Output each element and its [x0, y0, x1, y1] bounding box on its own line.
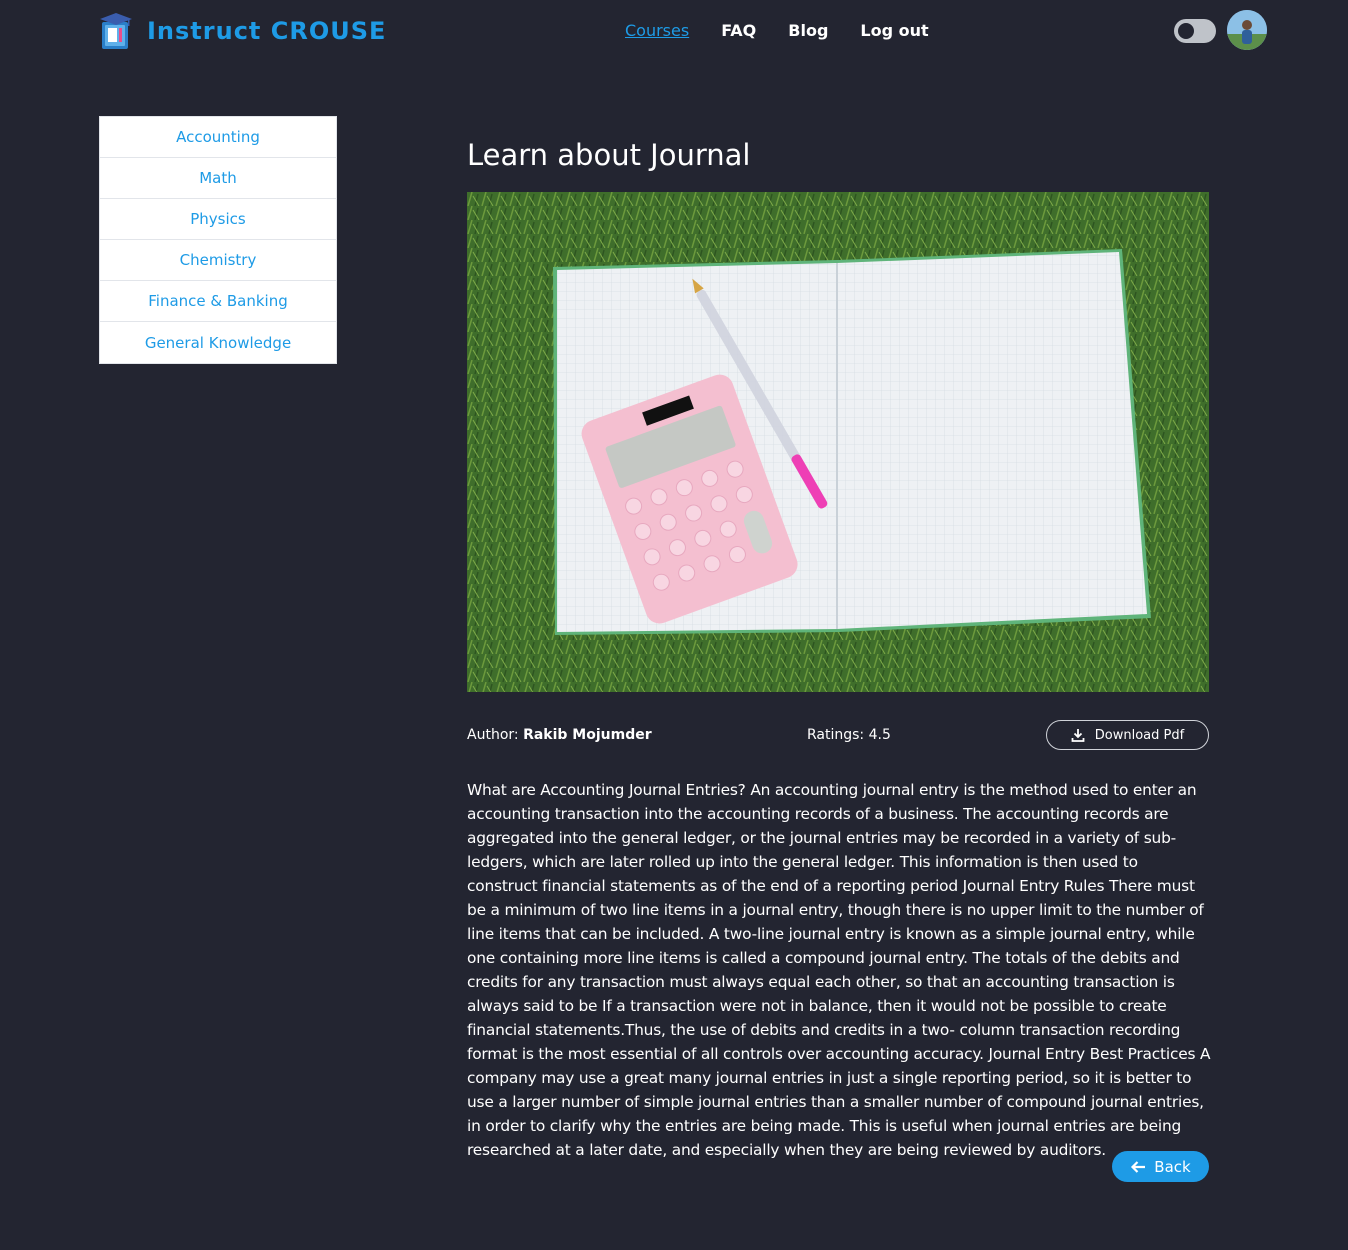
ratings-info: Ratings: 4.5: [807, 727, 891, 743]
back-button[interactable]: Back: [1112, 1151, 1209, 1182]
ratings-value: 4.5: [868, 727, 891, 743]
download-pdf-button[interactable]: Download Pdf: [1046, 720, 1209, 750]
sidebar-item-finance-banking[interactable]: Finance & Banking: [100, 281, 336, 322]
theme-toggle[interactable]: [1174, 19, 1216, 43]
book-graduation-cap-icon: [100, 13, 132, 49]
sidebar-item-chemistry[interactable]: Chemistry: [100, 240, 336, 281]
toggle-knob: [1178, 23, 1194, 39]
sidebar-item-general-knowledge[interactable]: General Knowledge: [100, 322, 336, 363]
page-title: Learn about Journal: [467, 138, 751, 172]
sidebar-item-math[interactable]: Math: [100, 158, 336, 199]
download-label: Download Pdf: [1094, 727, 1185, 743]
avatar-photo-icon: [1227, 10, 1267, 50]
back-label: Back: [1154, 1157, 1191, 1176]
arrow-left-icon: [1131, 1160, 1146, 1173]
nav-blog[interactable]: Blog: [788, 21, 828, 40]
category-sidebar: Accounting Math Physics Chemistry Financ…: [99, 116, 337, 364]
main-nav: Courses FAQ Blog Log out: [625, 21, 929, 40]
course-meta: Author: Rakib Mojumder Ratings: 4.5 Down…: [467, 720, 1209, 750]
brand-name: Instruct CROUSE: [147, 17, 387, 45]
nav-logout[interactable]: Log out: [860, 21, 928, 40]
course-description: What are Accounting Journal Entries? An …: [467, 781, 1211, 1159]
user-avatar[interactable]: [1227, 10, 1267, 50]
nav-faq[interactable]: FAQ: [721, 21, 756, 40]
sidebar-item-accounting[interactable]: Accounting: [100, 117, 336, 158]
top-navbar: Instruct CROUSE Courses FAQ Blog Log out: [0, 0, 1348, 62]
notebook-calculator-image: [467, 192, 1209, 692]
ratings-label: Ratings:: [807, 727, 865, 743]
author-name: Rakib Mojumder: [523, 727, 652, 743]
author-info: Author: Rakib Mojumder: [467, 727, 652, 743]
sidebar-item-physics[interactable]: Physics: [100, 199, 336, 240]
course-hero-image: [467, 192, 1209, 692]
download-icon: [1071, 729, 1085, 742]
nav-courses[interactable]: Courses: [625, 21, 689, 40]
author-label: Author:: [467, 727, 519, 743]
brand[interactable]: Instruct CROUSE: [98, 12, 386, 50]
